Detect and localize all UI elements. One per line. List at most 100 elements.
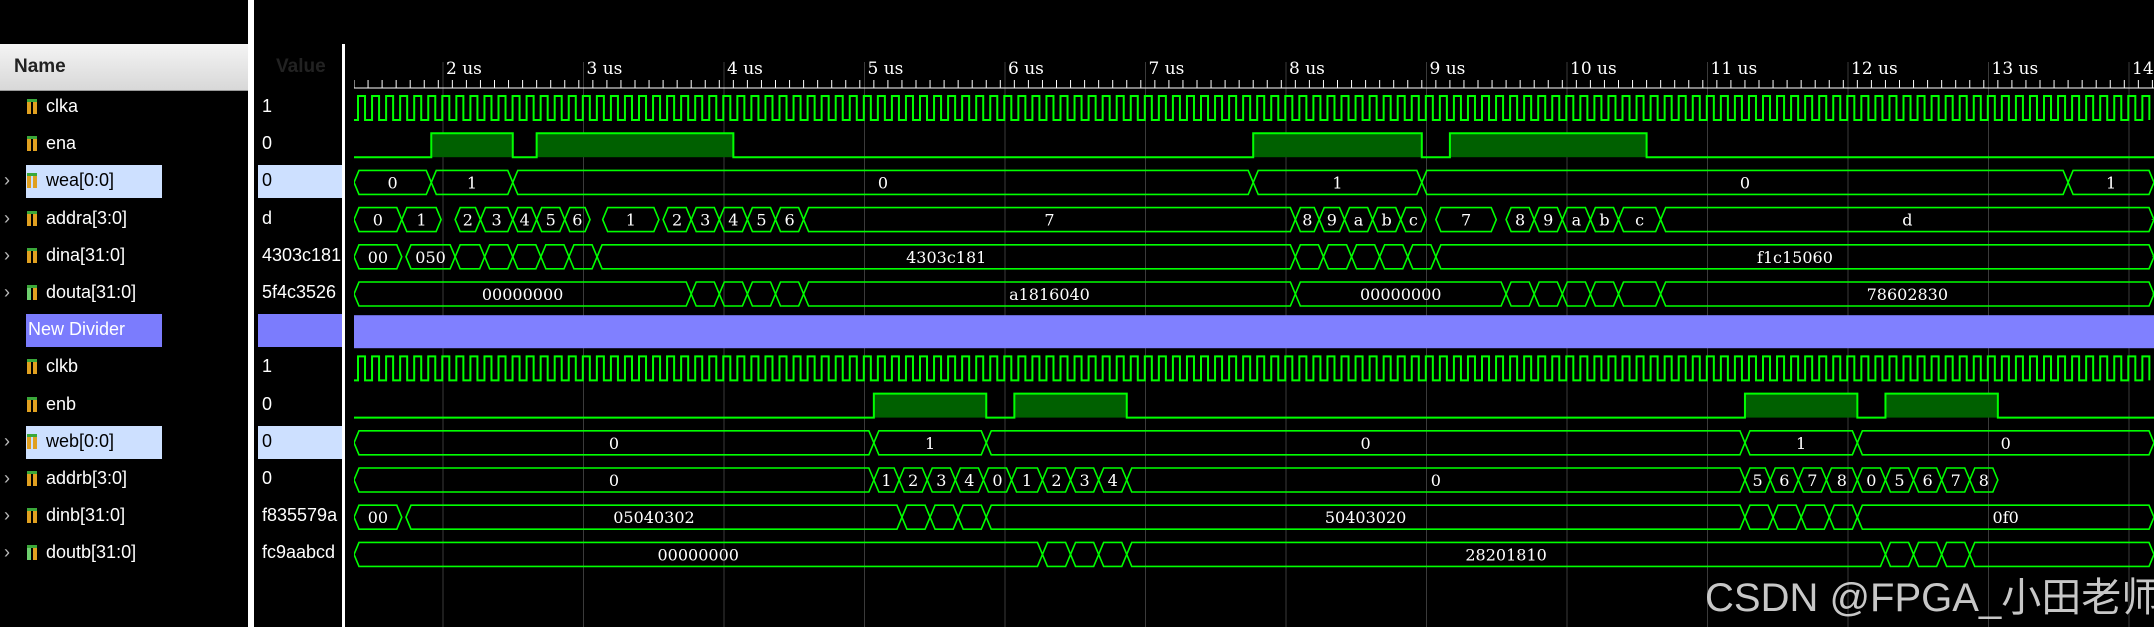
signal-row[interactable]: › web[0:0] 0	[0, 425, 346, 459]
bus-value-label: 0	[1866, 471, 1876, 490]
time-tick-label: 6 us	[1008, 59, 1044, 79]
bus-value-label: 1	[881, 471, 891, 490]
expand-chevron-icon[interactable]: ›	[4, 282, 10, 303]
signal-row[interactable]: › doutb[31:0] fc9aabcd	[0, 536, 346, 570]
signal-name: enb	[46, 393, 77, 414]
bus-value-label: 0	[609, 434, 619, 453]
bus-value-label: 2	[463, 211, 473, 230]
bus-value-label: 00	[368, 248, 388, 267]
signal-name: web[0:0]	[46, 430, 115, 451]
bus-value-label: 1	[2106, 173, 2116, 192]
value-column-header[interactable]: Value	[276, 56, 326, 78]
bus-value-label: 00000000	[1360, 285, 1441, 304]
signal-row[interactable]: enb 0	[0, 388, 346, 422]
logic-icon	[27, 359, 37, 375]
expand-chevron-icon[interactable]: ›	[4, 505, 10, 526]
clock-waveform	[354, 355, 2151, 382]
signal-row[interactable]: › dinb[31:0] f835579a	[0, 499, 346, 533]
time-tick-label: 3 us	[587, 59, 623, 79]
bus-value-label: 7	[1044, 211, 1054, 230]
bus-value-label: 8	[1302, 211, 1312, 230]
time-tick-label: 2 us	[446, 59, 482, 79]
logic-icon	[27, 136, 37, 152]
signal-value: 5f4c3526	[262, 282, 337, 302]
signal-names-panel: Name Value clka 1 ena 0 › wea[0:0] 0 › addra[3:0…	[0, 0, 342, 627]
bus-value-label: 0	[1431, 471, 1441, 490]
expand-chevron-icon[interactable]: ›	[4, 431, 10, 452]
bus-value-label: 6	[1923, 471, 1933, 490]
signal-value: 1	[262, 96, 273, 116]
bus-value-label: 5	[1753, 471, 1763, 490]
bus-segment	[1940, 541, 1971, 568]
bus-segment	[901, 504, 931, 530]
bus-segment	[1069, 541, 1100, 568]
signal-row[interactable]: › addra[3:0] d	[0, 202, 346, 236]
signal-row[interactable]: › wea[0:0] 0	[0, 164, 346, 199]
time-tick-label: 9 us	[1430, 59, 1466, 79]
signal-row[interactable]: clkb 1	[0, 350, 346, 384]
signal-row[interactable]: › douta[31:0] 5f4c3526	[0, 276, 346, 310]
logic-icon	[27, 396, 37, 412]
bus-icon	[27, 508, 37, 524]
waveform-panel[interactable]: 2 us 3 us 4 us 5 us 6 us 7 us 8 us 9 us 10 us 11 …	[354, 0, 2154, 627]
bus-segment	[1912, 541, 1943, 568]
signal-name: New Divider	[28, 319, 126, 340]
column-header: Name Value	[0, 44, 326, 91]
bus-value-label: 7	[1461, 211, 1471, 230]
signal-row[interactable]: New Divider	[0, 313, 346, 348]
bus-segment	[1533, 281, 1564, 307]
bus-segment	[1350, 244, 1381, 270]
bus-value-label: 6	[572, 211, 582, 230]
clock-waveform	[354, 95, 2151, 121]
bus-output-icon	[27, 285, 37, 300]
bus-segment	[1744, 504, 1774, 530]
time-tick-label: 5 us	[868, 59, 904, 79]
bus-segment	[690, 281, 721, 307]
signal-row[interactable]: › dina[31:0] 4303c181	[0, 239, 346, 273]
bus-segment	[774, 281, 805, 307]
bus-value-label: 4	[1108, 471, 1118, 490]
bus-segment	[1800, 504, 1831, 530]
signal-value: 4303c181	[262, 244, 342, 265]
panel-splitter[interactable]	[248, 0, 254, 627]
bus-value-label: 6	[784, 211, 794, 230]
signal-row[interactable]: clka 1	[0, 90, 346, 124]
bus-value-label: b	[1382, 211, 1392, 230]
high-level-fill	[536, 133, 734, 158]
bus-value-label: 7	[1951, 471, 1961, 490]
signal-row[interactable]: › addrb[3:0] 0	[0, 462, 346, 496]
high-level-fill	[1885, 393, 1998, 418]
expand-chevron-icon[interactable]: ›	[4, 542, 10, 563]
bus-segment	[1294, 244, 1325, 270]
bus-value-label: 3	[700, 211, 710, 230]
expand-chevron-icon[interactable]: ›	[4, 208, 10, 229]
name-column-header[interactable]: Name	[14, 56, 66, 78]
expand-chevron-icon[interactable]: ›	[4, 245, 10, 266]
waveform-canvas[interactable]: 2 us 3 us 4 us 5 us 6 us 7 us 8 us 9 us 10 us 11 …	[354, 0, 2154, 627]
expand-chevron-icon[interactable]: ›	[4, 468, 10, 489]
bus-value-label: 7	[1807, 471, 1817, 490]
signal-value: d	[262, 207, 273, 228]
bus-value-label: 4303c181	[906, 248, 986, 267]
bus-value-label: 3	[1080, 471, 1090, 490]
watermark: CSDN @FPGA_小田老师	[1705, 576, 2154, 620]
bus-value-label: 4	[728, 211, 738, 230]
bus-segment	[511, 244, 542, 270]
bus-segment	[1406, 244, 1437, 270]
bus-value-label: 28201810	[1465, 545, 1546, 564]
bus-value-label: 2	[908, 471, 918, 490]
value-column-divider[interactable]	[342, 44, 345, 627]
bus-value-label: 00	[368, 508, 388, 527]
bus-segment	[454, 244, 486, 270]
bus-segment	[746, 281, 777, 307]
bus-value-label: 00000000	[482, 285, 563, 304]
signal-row[interactable]: ena 0	[0, 127, 346, 161]
expand-chevron-icon[interactable]: ›	[4, 170, 10, 191]
signal-name: doutb[31:0]	[46, 542, 137, 563]
time-tick-label: 11 us	[1711, 59, 1758, 79]
bus-icon	[27, 433, 37, 449]
bus-value-label: 2	[672, 211, 682, 230]
signal-name: dinb[31:0]	[46, 505, 126, 526]
bit-waveform	[354, 392, 2154, 419]
bus-value-label: 8	[1979, 471, 1989, 490]
